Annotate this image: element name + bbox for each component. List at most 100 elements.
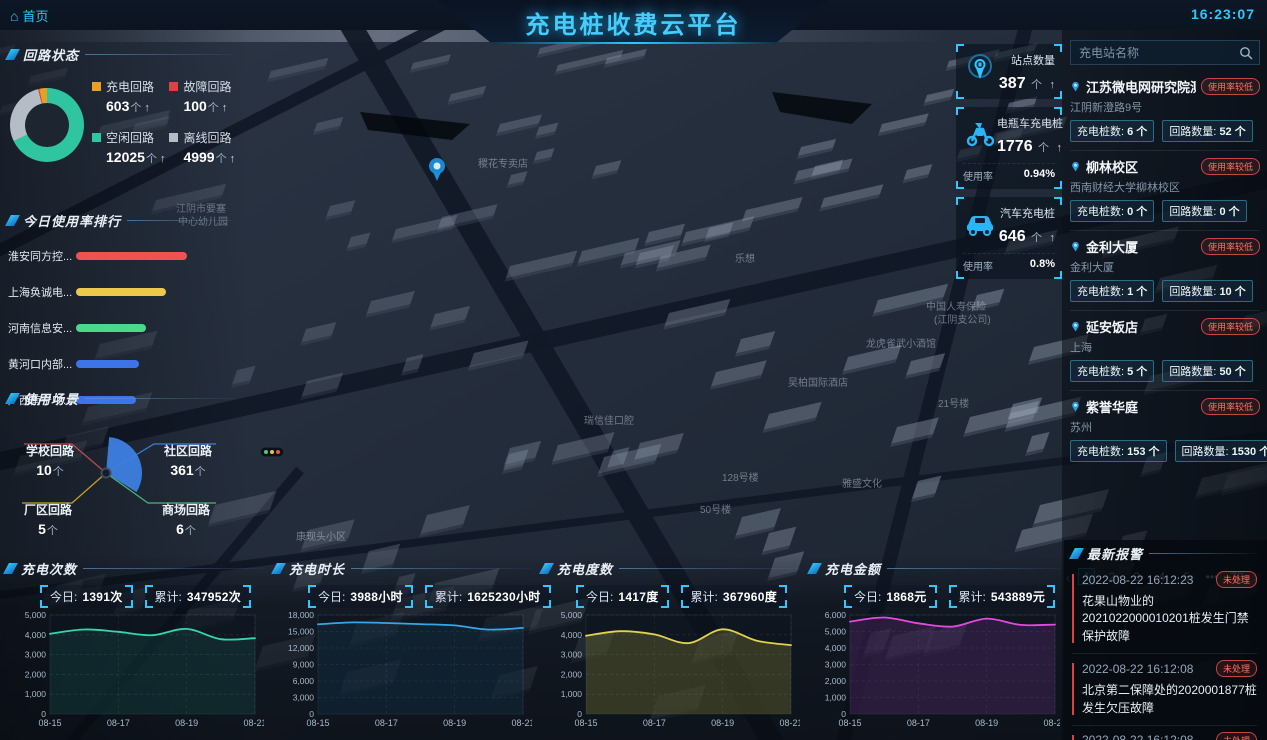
stat-value: 646 [998, 228, 1026, 245]
circuit-legend: 充电回路 603个 ↑ 故障回路 100个 ↑ 空闲回路 12025个 ↑ 离线回路 … [92, 78, 235, 166]
up-arrow-icon: ↑ [144, 102, 150, 114]
map-place-label: 康现头小区 [296, 530, 346, 543]
section-slash-icon [539, 562, 554, 574]
svg-text:5,000: 5,000 [25, 610, 47, 620]
svg-text:2,000: 2,000 [561, 669, 583, 679]
total-stat: 累计: 347952次 [144, 585, 252, 608]
svg-text:08-15: 08-15 [838, 718, 861, 728]
station-list-item[interactable]: 柳林校区 使用率较低 西南财经大学柳林校区 充电桩数: 0 个 回路数量: 0 … [1070, 151, 1260, 231]
low-usage-badge: 使用率较低 [1200, 398, 1260, 415]
ranking-bar [76, 252, 187, 260]
alarm-item[interactable]: 2022-08-22 16:12:08未处理 北京第二保障处的202000187… [1072, 654, 1257, 726]
svg-text:3,000: 3,000 [25, 650, 47, 660]
low-usage-badge: 使用率较低 [1200, 238, 1260, 255]
stat-label: 汽车充电桩 [1000, 208, 1055, 220]
section-line [1149, 552, 1257, 554]
panel-title: 回路状态 [23, 47, 80, 63]
section-slash-icon [1069, 547, 1084, 559]
map-pin-icon [1072, 161, 1079, 172]
low-usage-badge: 使用率较低 [1200, 318, 1260, 335]
section-line [83, 567, 264, 569]
legend-swatch [169, 133, 179, 142]
svg-text:6,000: 6,000 [825, 610, 847, 620]
svg-text:08-21: 08-21 [243, 718, 264, 728]
usage-rate-label: 使用率 [963, 172, 993, 183]
map-place-label: 龙虎雀武小酒馆 [866, 337, 936, 350]
panel-title: 充电度数 [557, 561, 614, 577]
svg-text:08-21: 08-21 [779, 718, 800, 728]
station-name: 金利大厦 [1086, 240, 1139, 255]
search-icon[interactable] [1239, 46, 1253, 60]
charge-duration-line-chart: 03,0006,0009,00012,00015,00018,00008-15 0… [288, 610, 532, 728]
panel-latest-alarms: 最新报警 2022-08-22 16:12:23 未处理 花果山物业的202102… [1064, 540, 1267, 740]
map-pin-icon [1072, 321, 1079, 332]
svg-text:2,000: 2,000 [25, 669, 47, 679]
stat-ebike-piles: 电瓶车充电桩 1776 个 ↑ 使用率 0.94% [956, 107, 1063, 189]
map-overlay-stats: 站点数量 387 个 ↑ 电瓶车充电桩 1776 个 ↑ 使用率 0.94% 汽车… [956, 44, 1063, 279]
alarm-item[interactable]: 2022-08-22 16:12:08未处理 北京第二保障处的202000187… [1072, 726, 1257, 740]
low-usage-badge: 使用率较低 [1200, 78, 1260, 95]
station-name: 延安饭店 [1086, 320, 1139, 335]
panel-charge-duration: 充电时长 今日: 3988小时 累计: 1625230小时 0 3,000 6,000 9… [271, 560, 551, 738]
home-button[interactable]: ⌂ 首页 [10, 6, 48, 25]
alarm-item[interactable]: 2022-08-22 16:12:23 未处理 花果山物业的20210220000… [1072, 565, 1257, 655]
map-place-label: 瑞信佳口腔 [584, 414, 634, 427]
map-pin-icon [1072, 81, 1079, 92]
total-stat: 累计: 1625230小时 [424, 585, 551, 608]
station-list-item[interactable]: 金利大厦 使用率较低 金利大厦 充电桩数: 1 个 回路数量: 10 个 [1070, 231, 1260, 311]
legend-unit: 个 [215, 153, 227, 165]
map-place-label: 雅盛文化 [842, 477, 882, 490]
section-slash-icon [271, 562, 286, 574]
circuit-count-chip: 回路数量: 1530 个 [1174, 440, 1267, 462]
svg-text:08-21: 08-21 [511, 718, 532, 728]
svg-text:4,000: 4,000 [561, 630, 583, 640]
station-address: 江阴新澄路9号 [1070, 102, 1143, 114]
map-place-label: 吴柏国际酒店 [788, 376, 848, 389]
svg-text:9,000: 9,000 [293, 660, 315, 670]
ranking-label: 淮安同方控... [8, 251, 73, 263]
traffic-light-icon [259, 446, 285, 458]
svg-text:1,000: 1,000 [825, 693, 847, 703]
total-stat: 累计: 367960度 [680, 585, 788, 608]
clock: 16:23:07 [1190, 6, 1255, 22]
up-arrow-icon: ↑ [221, 102, 228, 114]
legend-unit: 个 [130, 102, 142, 114]
stat-label: 电瓶车充电桩 [997, 118, 1063, 130]
stat-car-piles: 汽车充电桩 646 个 ↑ 使用率 0.8% [956, 197, 1062, 279]
ranking-row: 淮安同方控... [8, 248, 234, 264]
station-list-item[interactable]: 江苏微电网研究院测试 使用率较低 江阴新澄路9号 充电桩数: 6 个 回路数量:… [1070, 71, 1260, 151]
total-stat: 累计: 543889元 [948, 585, 1056, 608]
today-stat: 今日: 1391次 [40, 585, 133, 608]
stat-label: 站点数量 [1011, 55, 1055, 67]
ranking-bar [76, 360, 140, 368]
station-name: 江苏微电网研究院测试 [1086, 80, 1196, 95]
legend-item: 空闲回路 12025个 ↑ [92, 129, 165, 166]
svg-text:08-17: 08-17 [907, 718, 930, 728]
ranking-label: 河南信息安... [8, 323, 73, 335]
station-list-item[interactable]: 紫誉华庭 使用率较低 苏州 充电桩数: 153 个 回路数量: 1530 个 [1070, 391, 1267, 470]
svg-text:08-19: 08-19 [975, 718, 998, 728]
station-list-panel: 江苏微电网研究院测试 使用率较低 江阴新澄路9号 充电桩数: 6 个 回路数量:… [1066, 40, 1267, 585]
legend-label: 离线回路 [183, 131, 232, 145]
ranking-label: 黄河口内部... [8, 359, 73, 371]
low-usage-badge: 使用率较低 [1200, 158, 1260, 175]
station-list-item[interactable]: 延安饭店 使用率较低 上海 充电桩数: 5 个 回路数量: 50 个 [1070, 311, 1260, 391]
unhandled-badge: 未处理 [1215, 571, 1257, 588]
svg-text:5,000: 5,000 [825, 627, 847, 637]
station-name: 紫誉华庭 [1086, 400, 1139, 415]
panel-title: 充电时长 [289, 561, 346, 577]
up-arrow-icon: ↑ [159, 153, 166, 165]
panel-title: 今日使用率排行 [23, 213, 122, 229]
map-place-label: (江阴支公司) [934, 314, 991, 326]
svg-text:4,000: 4,000 [825, 643, 847, 653]
unhandled-badge: 未处理 [1215, 731, 1257, 740]
legend-value: 100 [183, 98, 207, 114]
legend-item: 离线回路 4999个 ↑ [169, 129, 235, 166]
pile-count-chip: 充电桩数: 153 个 [1070, 440, 1167, 462]
today-stat: 今日: 1868元 [844, 585, 937, 608]
section-line [887, 567, 1060, 569]
search-input[interactable] [1071, 41, 1259, 64]
map-place-label: 21号楼 [938, 397, 969, 410]
app-title-banner: 充电桩收费云平台 [437, 0, 830, 44]
home-label: 首页 [22, 9, 49, 24]
